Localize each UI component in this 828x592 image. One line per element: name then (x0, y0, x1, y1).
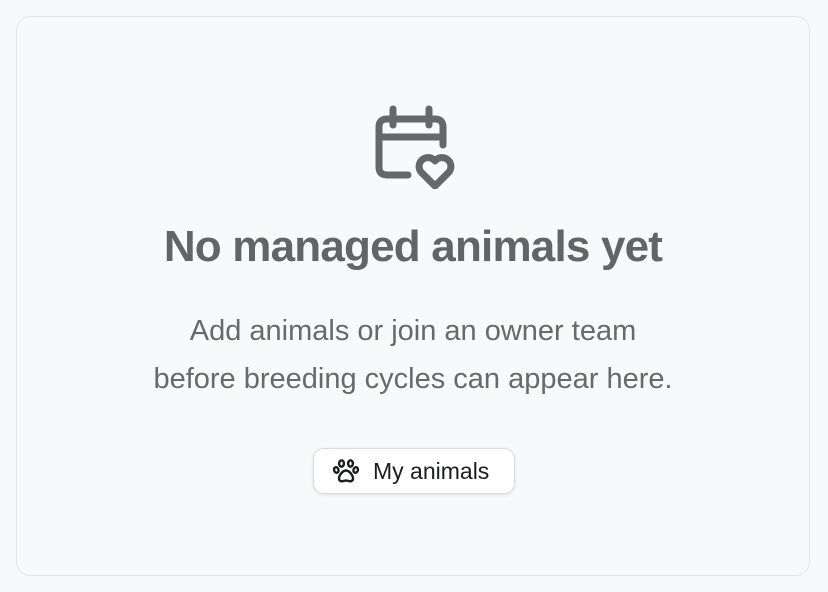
empty-state-description: Add animals or join an owner team before… (17, 307, 809, 403)
description-line-1: Add animals or join an owner team (189, 315, 637, 347)
empty-state-title: No managed animals yet (163, 222, 663, 271)
calendar-heart-icon (373, 105, 457, 189)
empty-state-card: No managed animals yet Add animals or jo… (16, 16, 810, 576)
my-animals-button[interactable]: My animals (313, 448, 515, 494)
my-animals-button-label: My animals (373, 458, 490, 484)
description-line-2: before breeding cycles can appear here. (153, 363, 673, 395)
paw-icon (332, 459, 360, 483)
